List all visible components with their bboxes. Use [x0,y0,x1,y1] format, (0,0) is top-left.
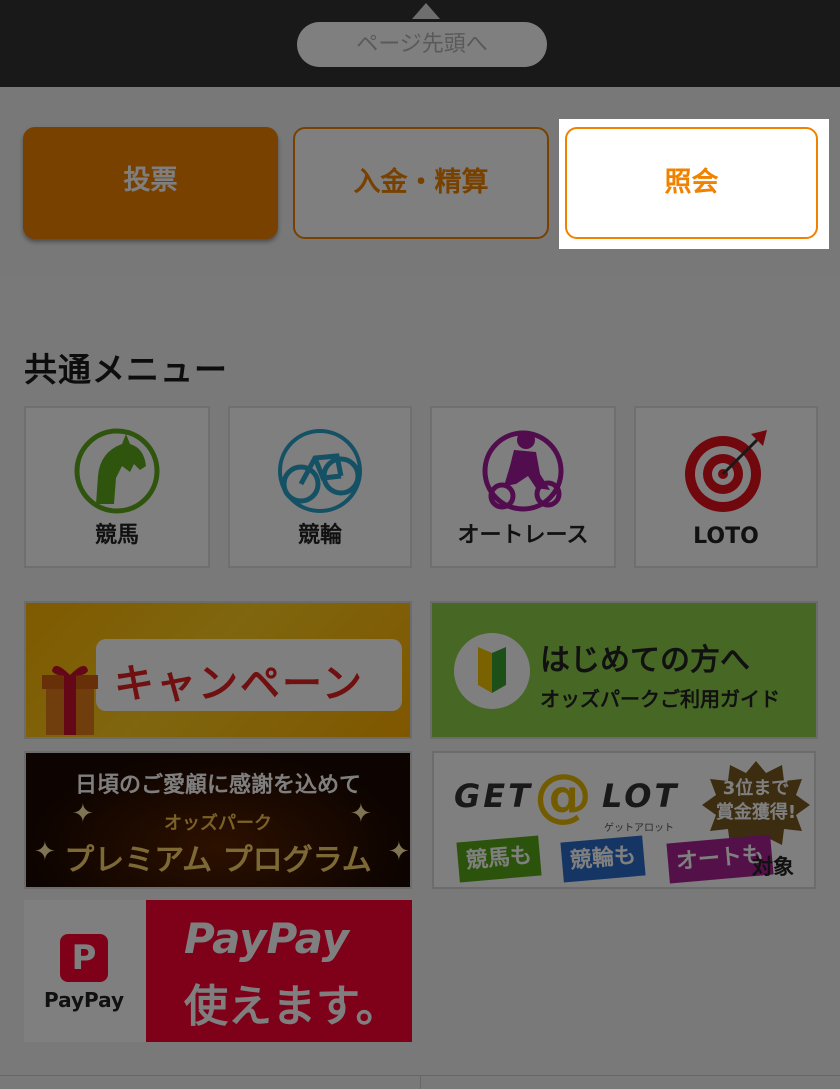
gift-icon [42,665,98,735]
paypay-line-1: PayPay [184,914,350,963]
campaign-banner[interactable]: キャンペーン [24,601,412,739]
tag-keiba: 競馬も [456,835,542,883]
menu-item-loto[interactable]: LOTO [634,406,818,568]
getalot-logo-right: LOT [602,777,680,815]
tab-inquiry[interactable]: 照会 [565,127,818,239]
premium-line-3: プレミアム プログラム [64,843,372,878]
menu-item-autorace[interactable]: オートレース [430,406,616,568]
sparkle-icon: ✦ [388,837,410,867]
menu-item-keiba[interactable]: 競馬 [24,406,210,568]
beginner-title: はじめての方へ [540,643,750,678]
getalot-logo-left: GET [454,777,533,815]
top-bar: ページ先頭へ [0,0,840,87]
footer-column-divider [420,1075,421,1089]
beginner-guide-banner[interactable]: はじめての方へ オッズパークご利用ガイド [430,601,818,739]
menu-item-label: オートレース [457,523,589,548]
getalot-target-label: 対象 [752,855,794,879]
paypay-line-2: 使えます。 [184,981,400,1032]
horse-icon [74,428,160,514]
premium-program-banner[interactable]: 日頃のご愛顧に感謝を込めて オッズパーク プレミアム プログラム ✦ ✦ ✦ ✦ [24,751,412,889]
bicycle-icon [278,429,362,513]
tab-deposit-settlement[interactable]: 入金・精算 [293,127,549,239]
sparkle-icon: ✦ [350,799,372,829]
paypay-banner[interactable]: P PayPay PayPay 使えます。 [24,900,412,1042]
getalot-subtitle: ゲットアロット [604,823,674,834]
beginner-subtitle: オッズパークご利用ガイド [540,687,780,711]
spotlight-highlight: 照会 [559,119,829,249]
motorcycle-icon [482,430,564,512]
menu-item-label: LOTO [693,524,759,549]
premium-line-1: 日頃のご愛顧に感謝を込めて [74,773,361,798]
getalot-banner[interactable]: GET @ LOT ゲットアロット 3位まで 賞金獲得! 競馬も 競輪も オートも… [432,751,816,889]
campaign-text: キャンペーン [114,661,364,707]
burst-text: 3位まで 賞金獲得! [715,778,797,823]
sparkle-icon: ✦ [34,837,56,867]
sparkle-icon: ✦ [72,799,94,829]
menu-item-keirin[interactable]: 競輪 [228,406,412,568]
menu-item-label: 競馬 [94,523,139,548]
page-top-button[interactable]: ページ先頭へ [297,22,547,67]
getalot-logo-at: @ [534,761,592,829]
section-title: 共通メニュー [24,350,228,389]
menu-item-label: 競輪 [297,523,342,548]
target-icon [685,430,767,512]
paypay-logo-icon: P [60,934,108,982]
paypay-brand: PayPay [44,988,125,1012]
tab-vote[interactable]: 投票 [23,127,278,239]
beginner-mark-badge [454,633,530,709]
beginner-mark-icon [478,647,506,693]
arrow-up-icon [412,3,440,19]
tag-keirin: 競輪も [560,835,646,883]
